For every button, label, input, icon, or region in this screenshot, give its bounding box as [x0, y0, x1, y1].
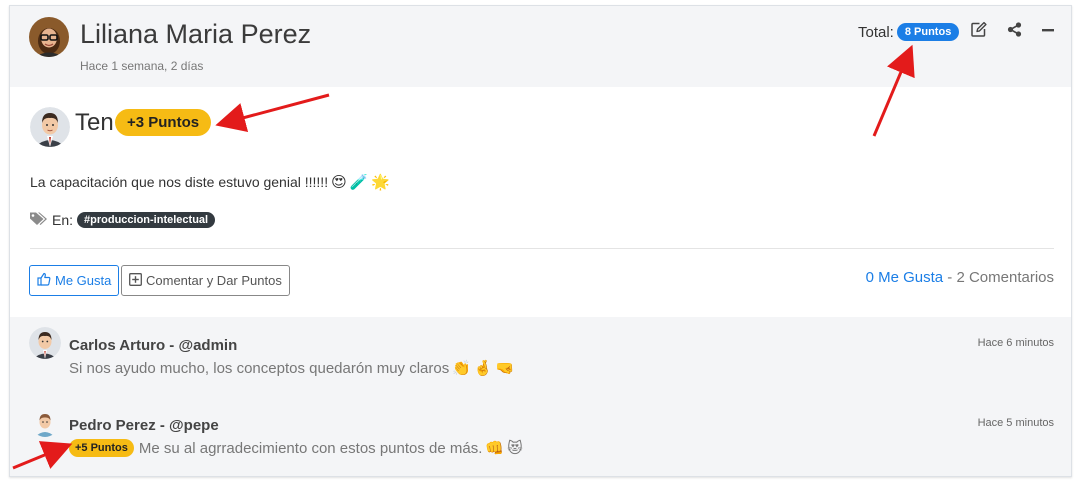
like-button[interactable]: Me Gusta	[29, 265, 120, 296]
total-points-badge: 8 Puntos	[896, 23, 960, 41]
comment-points-badge: +5 Puntos	[69, 439, 134, 457]
comment-text: +5 Puntos Me su al agrradecimiento con e…	[69, 439, 523, 457]
tags-icon	[29, 211, 48, 229]
commenter-avatar[interactable]	[32, 411, 58, 437]
minimize-icon	[1041, 23, 1055, 42]
total-label: Total:	[858, 23, 894, 41]
comment-body: Si nos ayudo mucho, los conceptos quedar…	[69, 359, 450, 377]
comment-button-label: Comentar y Dar Puntos	[146, 273, 282, 288]
comment-text: Si nos ayudo mucho, los conceptos quedar…	[69, 359, 515, 378]
clapping-hands-emoji: 👏	[452, 360, 471, 377]
like-button-label: Me Gusta	[55, 273, 112, 288]
commenter-avatar[interactable]	[29, 327, 61, 359]
fist-emoji: 👊	[485, 440, 505, 457]
comment-and-give-points-button[interactable]: Comentar y Dar Puntos	[121, 265, 290, 296]
edit-button[interactable]	[968, 21, 988, 43]
author-name[interactable]: Liliana Maria Perez	[80, 19, 311, 50]
likes-link[interactable]: 0 Me Gusta	[866, 269, 944, 286]
fist-bump-emoji: 🤜	[495, 360, 515, 377]
star-emoji: 🌟	[371, 174, 391, 191]
total-points: Total: 8 Puntos	[858, 22, 960, 42]
divider	[30, 248, 1054, 249]
tag-produccion-intelectual[interactable]: #produccion-intelectual	[77, 212, 216, 228]
comment-timestamp: Hace 5 minutos	[977, 417, 1054, 429]
test-tube-emoji: 🧪	[349, 174, 369, 191]
heart-eyes-cat-emoji: 😻	[507, 440, 523, 457]
author-avatar[interactable]	[29, 17, 69, 57]
heart-eyes-emoji: 😍	[331, 174, 347, 191]
post-header: Liliana Maria Perez Hace 1 semana, 2 día…	[10, 6, 1071, 87]
comment-timestamp: Hace 6 minutos	[977, 337, 1054, 349]
comments-count[interactable]: 2 Comentarios	[956, 269, 1054, 286]
comment-body: Me su al agrradecimiento con estos punto…	[138, 439, 483, 457]
comments-section: Carlos Arturo - @admin Hace 6 minutos Si…	[10, 317, 1071, 476]
commenter-name[interactable]: Carlos Arturo - @admin	[69, 337, 237, 354]
share-button[interactable]	[1004, 22, 1024, 42]
commenter-name[interactable]: Pedro Perez - @pepe	[69, 417, 219, 434]
post-tags: En: #produccion-intelectual	[29, 211, 216, 229]
crossed-fingers-emoji: 🤞	[473, 360, 493, 377]
share-icon	[1007, 22, 1022, 42]
edit-icon	[970, 21, 987, 43]
tags-label: En:	[52, 212, 74, 228]
recipient-label: Ten	[75, 109, 114, 136]
message-text: La capacitación que nos diste estuvo gen…	[30, 174, 329, 190]
stats-separator: -	[943, 269, 957, 286]
post-message: La capacitación que nos diste estuvo gen…	[30, 173, 390, 191]
thumbs-up-icon	[37, 272, 51, 289]
post-card: Liliana Maria Perez Hace 1 semana, 2 día…	[9, 5, 1072, 477]
points-given-badge: +3 Puntos	[115, 109, 212, 136]
post-stats: 0 Me Gusta - 2 Comentarios	[866, 269, 1054, 286]
recipient-avatar[interactable]	[30, 107, 70, 147]
post-timestamp: Hace 1 semana, 2 días	[80, 59, 204, 73]
plus-square-icon	[129, 272, 142, 289]
minimize-button[interactable]	[1038, 22, 1058, 42]
